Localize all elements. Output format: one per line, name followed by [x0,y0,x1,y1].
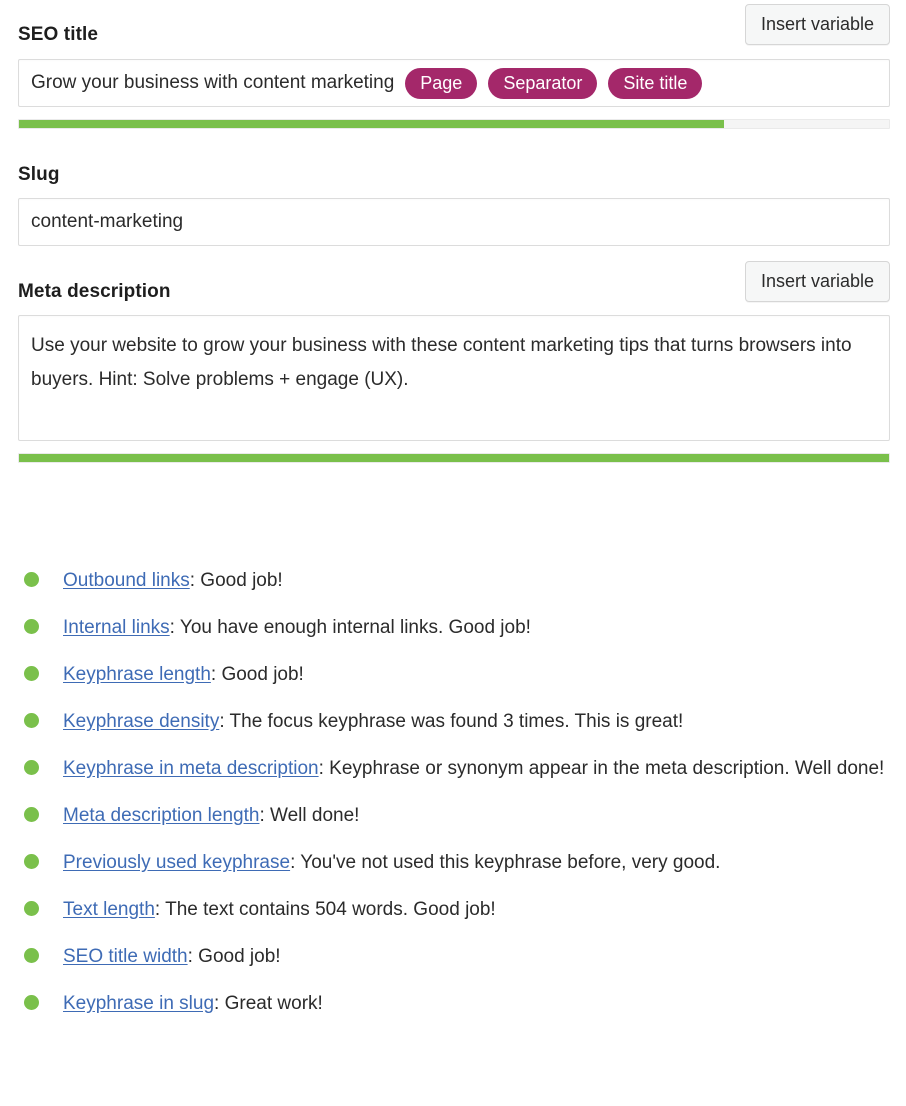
analysis-item: Outbound links: Good job! [0,566,906,595]
slug-header: Slug [0,160,906,186]
meta-description-textarea[interactable]: Use your website to grow your business w… [18,315,890,441]
meta-description-header: Meta description Insert variable [0,261,906,303]
insert-variable-button-title[interactable]: Insert variable [744,4,890,45]
analysis-item-text: Meta description length: Well done! [63,805,359,826]
analysis-item-text: Previously used keyphrase: You've not us… [63,852,720,873]
meta-description-progress-bar [18,453,890,463]
analysis-item-text: Outbound links: Good job! [63,570,283,591]
analysis-item: Previously used keyphrase: You've not us… [0,848,906,877]
meta-description-field: Meta description Insert variable Use you… [0,261,906,463]
analysis-item-text: Keyphrase length: Good job! [63,664,304,685]
analysis-item-text: Keyphrase density: The focus keyphrase w… [63,711,683,732]
analysis-item: Keyphrase in slug: Great work! [0,989,906,1018]
analysis-item-text: Keyphrase in slug: Great work! [63,993,323,1014]
status-bullet-good-icon [24,619,39,634]
analysis-item-description: : The focus keyphrase was found 3 times.… [219,711,684,732]
analysis-item-description: : The text contains 504 words. Good job! [154,899,496,920]
analysis-item-link[interactable]: Keyphrase length [63,664,211,685]
meta-description-value: Use your website to grow your business w… [31,335,852,390]
analysis-item-description: : Good job! [210,664,304,685]
seo-title-input-value: Grow your business with content marketin… [31,72,395,93]
analysis-item-text: SEO title width: Good job! [63,946,281,967]
analysis-item-link[interactable]: Internal links [63,617,170,638]
analysis-item-link[interactable]: Previously used keyphrase [63,852,290,873]
analysis-item-description: : Good job! [187,946,281,967]
analysis-item-text: Text length: The text contains 504 words… [63,899,496,920]
seo-title-progress-bar [18,119,890,129]
seo-title-header: SEO title Insert variable [0,4,906,46]
slug-label: Slug [18,164,60,185]
analysis-item-text: Keyphrase in meta description: Keyphrase… [63,758,884,779]
analysis-item-link[interactable]: Keyphrase in slug [63,993,214,1014]
analysis-item: Keyphrase density: The focus keyphrase w… [0,707,906,736]
analysis-item-description: : You've not used this keyphrase before,… [290,852,721,873]
analysis-item-link[interactable]: SEO title width [63,946,188,967]
analysis-item: Keyphrase in meta description: Keyphrase… [0,754,906,783]
analysis-item: Text length: The text contains 504 words… [0,895,906,924]
analysis-item-link[interactable]: Keyphrase density [63,711,219,732]
status-bullet-good-icon [24,760,39,775]
status-bullet-good-icon [24,901,39,916]
slug-input[interactable]: content-marketing [18,198,890,246]
slug-field: Slug content-marketing [0,160,906,246]
status-bullet-good-icon [24,666,39,681]
analysis-item-description: : Keyphrase or synonym appear in the met… [318,758,885,779]
analysis-item-link[interactable]: Outbound links [63,570,190,591]
analysis-item-link[interactable]: Keyphrase in meta description [63,758,319,779]
analysis-item-description: : Well done! [259,805,360,826]
status-bullet-good-icon [24,854,39,869]
insert-variable-button-meta[interactable]: Insert variable [744,261,890,302]
seo-title-input[interactable]: Grow your business with content marketin… [18,59,890,107]
analysis-item: Meta description length: Well done! [0,801,906,830]
analysis-item-text: Internal links: You have enough internal… [63,617,531,638]
seo-title-label: SEO title [18,24,99,45]
variable-pill-separator[interactable]: Separator [488,67,598,99]
analysis-item-link[interactable]: Text length [63,899,155,920]
meta-description-progress-fill [19,454,889,462]
analysis-item-description: : Good job! [189,570,283,591]
status-bullet-good-icon [24,995,39,1010]
status-bullet-good-icon [24,807,39,822]
variable-pill-page[interactable]: Page [405,67,478,99]
analysis-item-description: : Great work! [214,993,323,1014]
variable-pill-site-title[interactable]: Site title [608,67,703,99]
slug-input-value: content-marketing [31,211,184,232]
seo-title-field: SEO title Insert variable Grow your busi… [0,4,906,129]
analysis-item-link[interactable]: Meta description length [63,805,259,826]
analysis-item: Internal links: You have enough internal… [0,613,906,642]
analysis-item-description: : You have enough internal links. Good j… [169,617,531,638]
seo-title-progress-fill [19,120,724,128]
analysis-item: SEO title width: Good job! [0,942,906,971]
meta-description-label: Meta description [18,281,171,302]
status-bullet-good-icon [24,572,39,587]
status-bullet-good-icon [24,948,39,963]
status-bullet-good-icon [24,713,39,728]
seo-analysis-list: Outbound links: Good job! Internal links:… [0,566,906,1036]
analysis-item: Keyphrase length: Good job! [0,660,906,689]
